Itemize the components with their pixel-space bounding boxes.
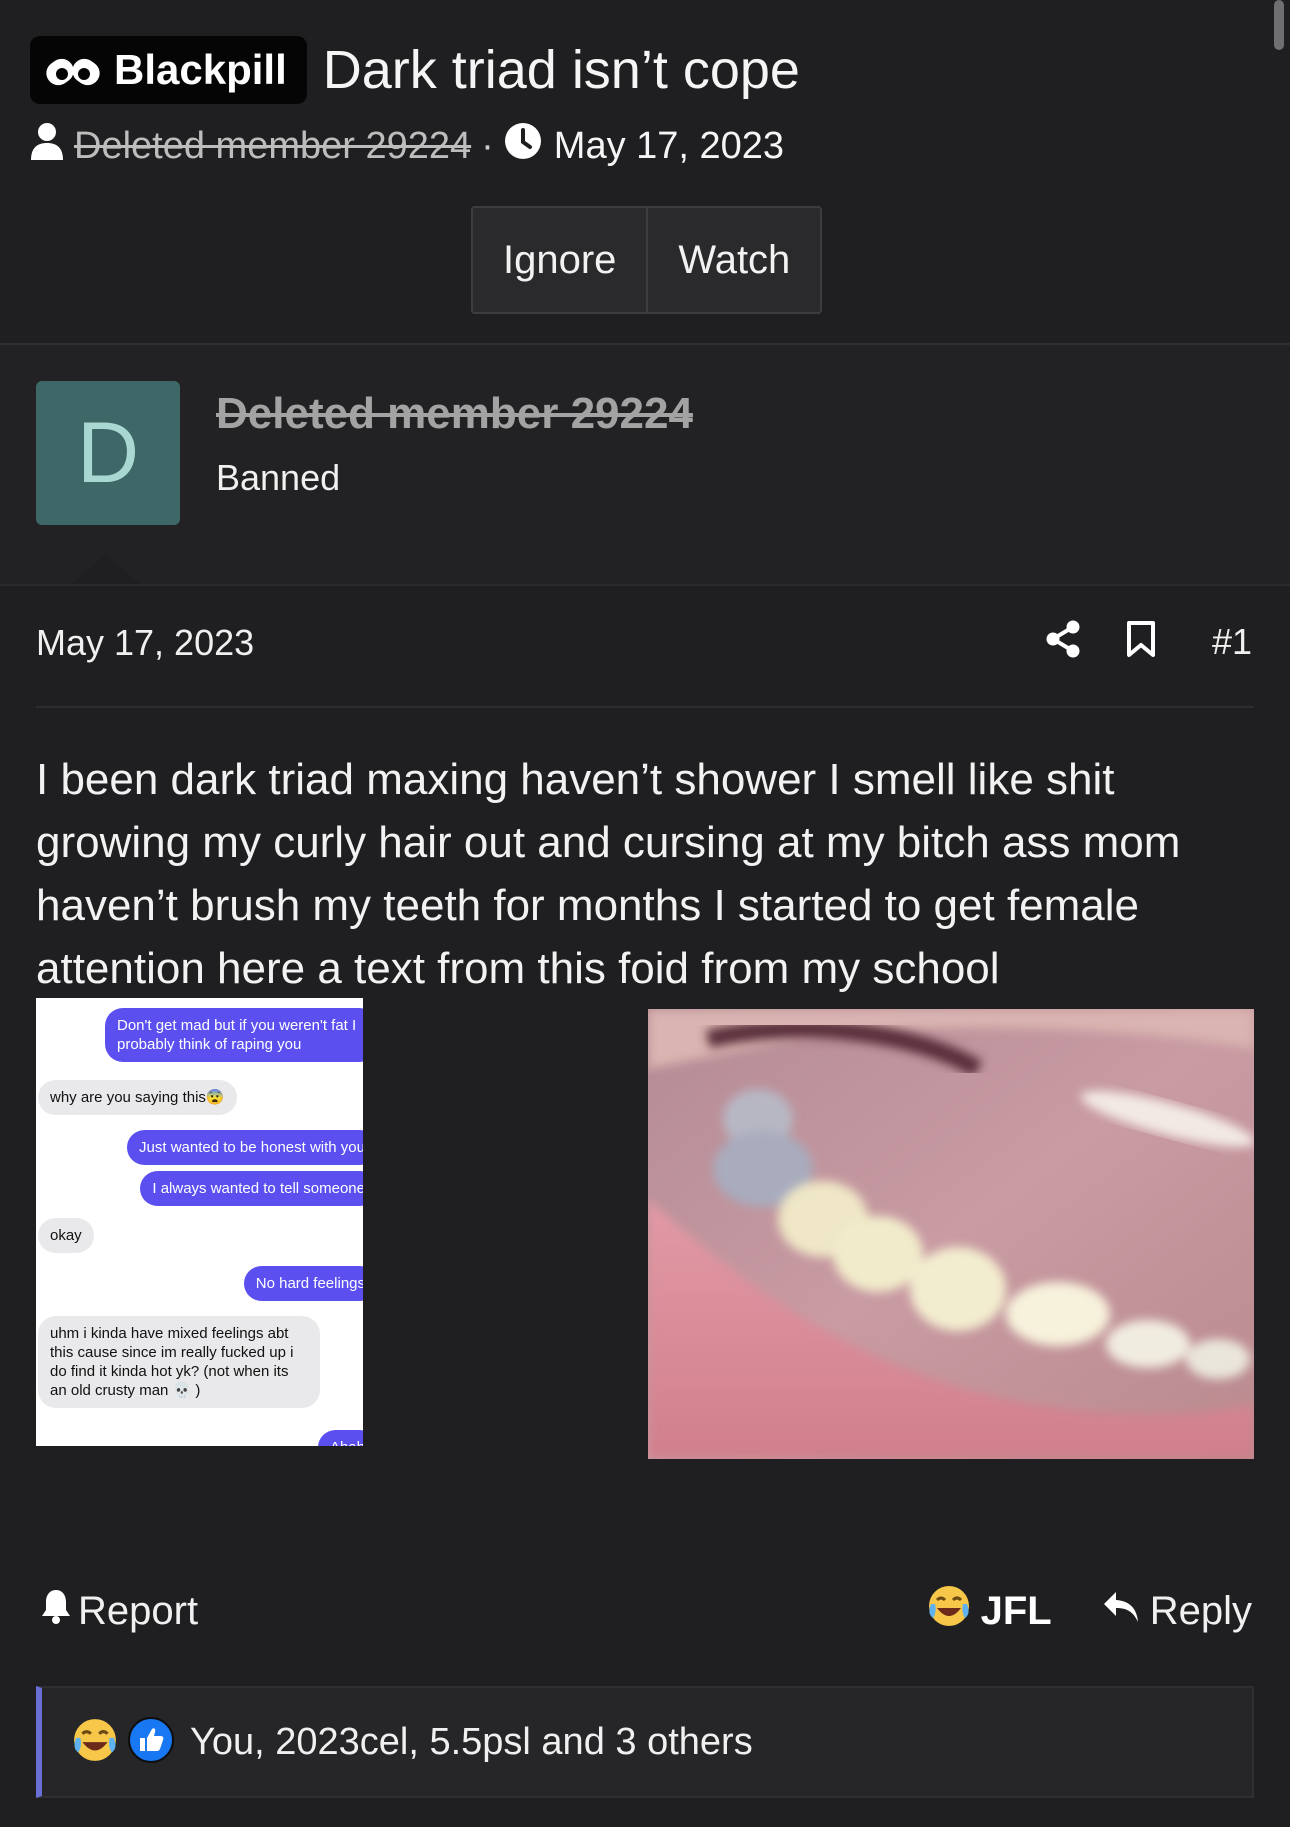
reply-arrow-icon (1102, 1589, 1140, 1634)
chat-message: okay (38, 1218, 94, 1253)
laughing-crying-emoji-icon (72, 1717, 118, 1768)
reactions-bar[interactable]: You, 2023cel, 5.5psl and 3 others (36, 1686, 1254, 1798)
clock-icon (504, 122, 542, 170)
chat-message: Just wanted to be honest with you (127, 1130, 363, 1165)
teeth-photo-image[interactable] (648, 1009, 1254, 1459)
page-scrollbar[interactable] (1274, 0, 1284, 50)
prefix-label: Blackpill (114, 46, 287, 93)
user-block-pointer (70, 555, 142, 585)
chat-screenshot-image[interactable]: Don't get mad but if you weren't fat I p… (36, 998, 363, 1446)
thread-header: Blackpill Dark triad isn’t cope Deleted … (30, 36, 1260, 170)
chat-message: Don't get mad but if you weren't fat I p… (105, 1008, 363, 1062)
title-row: Blackpill Dark triad isn’t cope (30, 36, 1260, 104)
thumbs-up-icon (128, 1716, 174, 1768)
ignore-button[interactable]: Ignore (473, 208, 647, 312)
avatar[interactable]: D (36, 381, 180, 525)
reactions-summary: You, 2023cel, 5.5psl and 3 others (190, 1720, 753, 1763)
thread-button-group: Ignore Watch (471, 206, 823, 314)
watch-button[interactable]: Watch (646, 208, 821, 312)
chat-message: uhm i kinda have mixed feelings abt this… (38, 1316, 320, 1408)
post-username[interactable]: Deleted member 29224 (216, 389, 693, 439)
chat-message: No hard feelings (243, 1266, 363, 1301)
pill-icon (46, 50, 100, 90)
user-title: Banned (216, 457, 341, 498)
chat-message: Ahah (317, 1430, 363, 1446)
user-icon (30, 122, 64, 170)
post-footer-actions: Report JFL Reply (40, 1580, 1252, 1642)
user-divider (0, 584, 1290, 586)
bookmark-icon[interactable] (1126, 620, 1156, 663)
post-date[interactable]: May 17, 2023 (36, 622, 254, 664)
thread-date[interactable]: May 17, 2023 (554, 125, 784, 168)
reply-label: Reply (1149, 1588, 1252, 1633)
prefix-badge[interactable]: Blackpill (30, 36, 307, 104)
jfl-label: JFL (980, 1588, 1052, 1633)
post-number[interactable]: #1 (1212, 621, 1252, 663)
thread-author[interactable]: Deleted member 29224 (74, 125, 471, 168)
chat-message: I always wanted to tell someone (140, 1171, 363, 1206)
meta-separator: · (481, 124, 494, 167)
report-label: Report (78, 1588, 199, 1633)
reply-button[interactable]: Reply (1102, 1589, 1252, 1634)
post-user-block: D Deleted member 29224 Banned (0, 345, 1290, 585)
thread-title: Dark triad isn’t cope (322, 40, 800, 100)
laughing-crying-emoji-icon (927, 1584, 971, 1638)
thread-meta: Deleted member 29224 · May 17, 2023 (30, 122, 1260, 170)
post-body: I been dark triad maxing haven’t shower … (36, 755, 1181, 993)
bell-icon (40, 1588, 72, 1634)
post-divider (36, 706, 1254, 708)
report-button[interactable]: Report (40, 1588, 198, 1634)
jfl-reaction-button[interactable]: JFL (927, 1584, 1052, 1638)
post-actions: #1 (1046, 620, 1252, 663)
chat-message: why are you saying this😨 (38, 1080, 237, 1115)
share-icon[interactable] (1046, 620, 1080, 663)
